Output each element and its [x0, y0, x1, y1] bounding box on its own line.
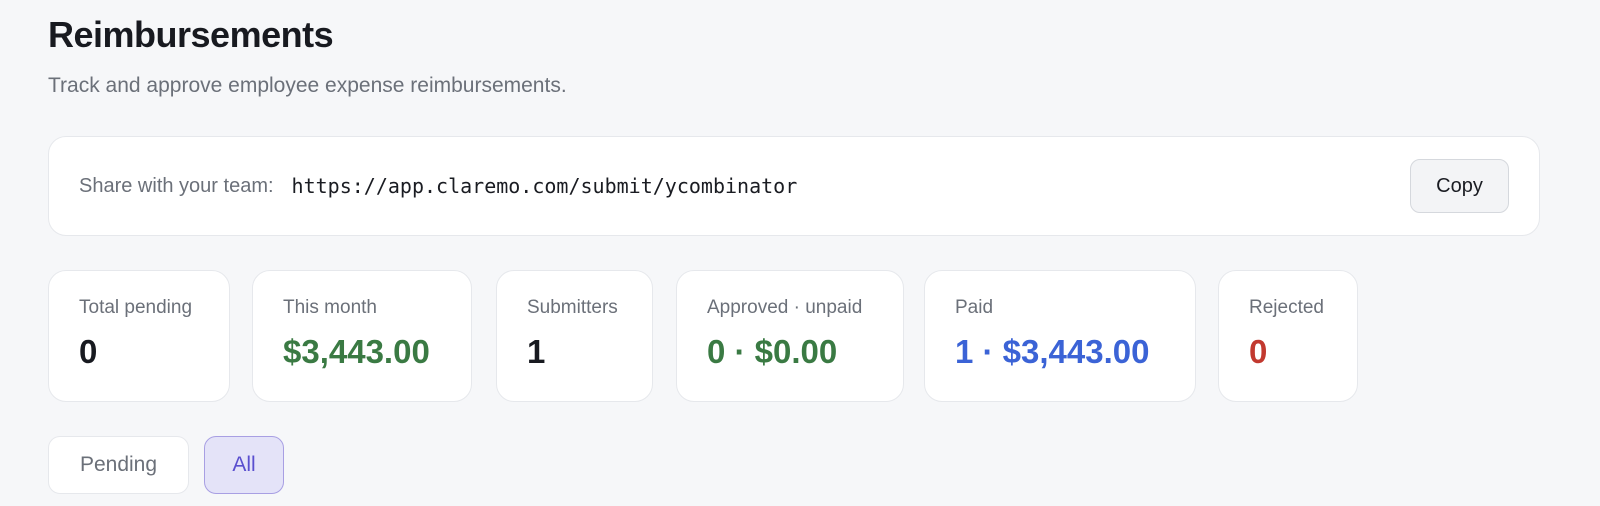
reimbursements-page: Reimbursements Track and approve employe… [0, 0, 1600, 506]
tab-all[interactable]: All [204, 436, 284, 494]
stat-rejected: Rejected 0 [1218, 270, 1358, 402]
page-subtitle: Track and approve employee expense reimb… [48, 74, 567, 97]
share-label: Share with your team: [79, 174, 274, 197]
page-title: Reimbursements [48, 14, 334, 55]
tab-pending[interactable]: Pending [48, 436, 189, 494]
share-link-card: Share with your team: https://app.clarem… [48, 136, 1540, 236]
stat-value: $3,443.00 [283, 333, 430, 370]
stat-label: This month [283, 297, 377, 318]
stat-label: Submitters [527, 297, 618, 318]
stat-label: Rejected [1249, 297, 1324, 318]
stat-value: 0 [79, 333, 98, 370]
stat-value: 1 · $3,443.00 [955, 333, 1150, 370]
stat-approved-unpaid: Approved · unpaid 0 · $0.00 [676, 270, 904, 402]
stat-label: Approved · unpaid [707, 297, 863, 318]
copy-button[interactable]: Copy [1410, 159, 1509, 213]
stat-value: 1 [527, 333, 546, 370]
share-url[interactable]: https://app.claremo.com/submit/ycombinat… [292, 174, 1410, 198]
stat-value: 0 · $0.00 [707, 333, 838, 370]
stat-paid: Paid 1 · $3,443.00 [924, 270, 1196, 402]
stat-value: 0 [1249, 333, 1268, 370]
stat-label: Paid [955, 297, 994, 318]
stat-submitters: Submitters 1 [496, 270, 653, 402]
stat-this-month: This month $3,443.00 [252, 270, 472, 402]
stat-label: Total pending [79, 297, 193, 318]
stat-total-pending: Total pending 0 [48, 270, 230, 402]
